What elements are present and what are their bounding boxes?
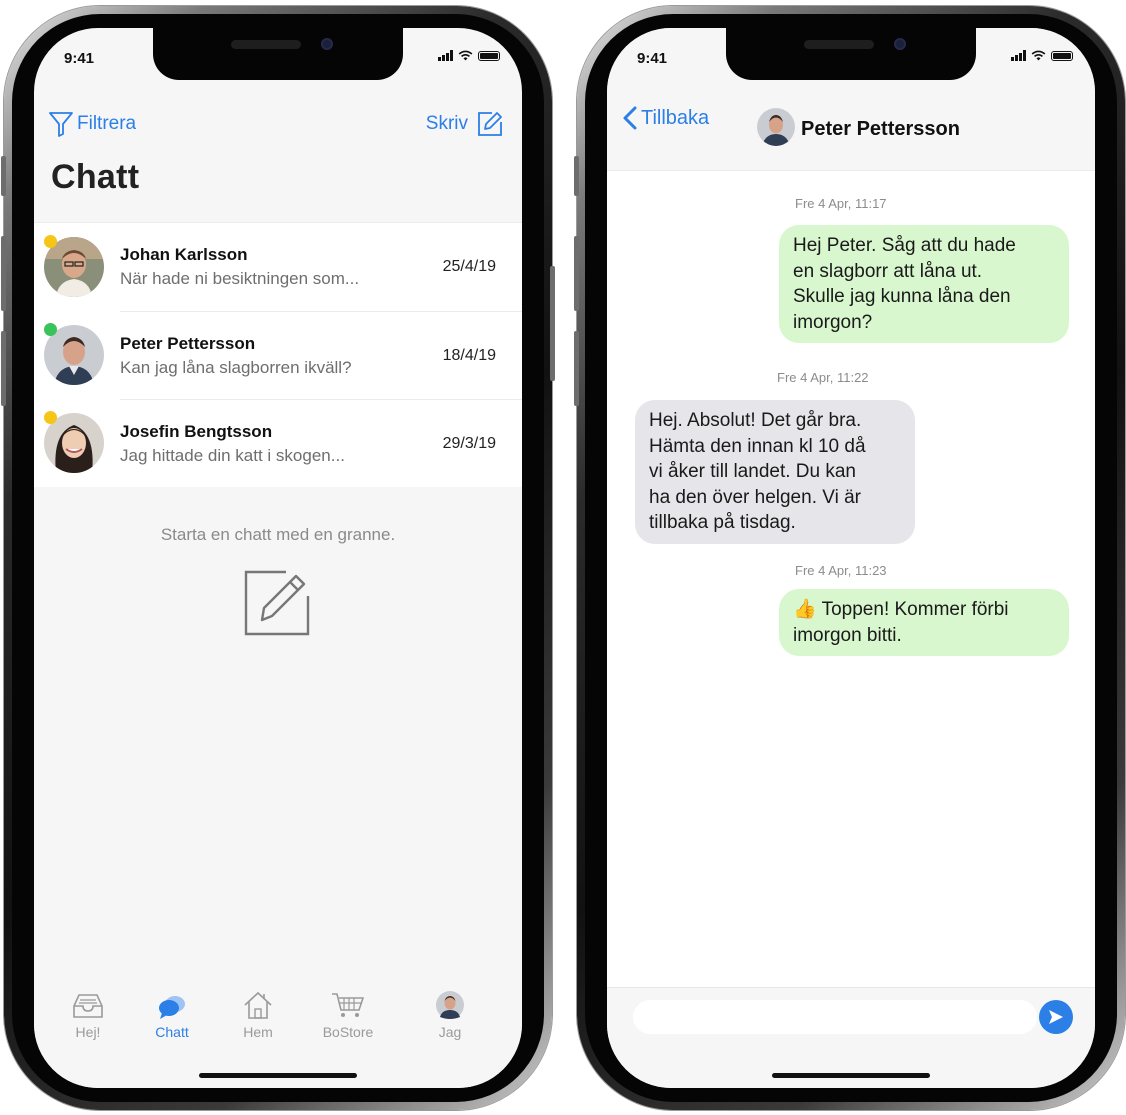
conversation-date: 29/3/19 bbox=[442, 435, 496, 452]
status-dot bbox=[44, 323, 57, 336]
filter-funnel-icon bbox=[49, 112, 73, 137]
tab-label: Hej! bbox=[75, 1024, 101, 1040]
tab-hem[interactable]: Hem bbox=[218, 990, 298, 1040]
message-line: en slagborr att låna ut. bbox=[793, 260, 983, 282]
phone-frame-chat-list: 9:41 Filtrera Skriv Chatt Johan Karlsson… bbox=[1, 6, 555, 1110]
compose-icon bbox=[478, 112, 502, 136]
battery-icon bbox=[1051, 50, 1073, 61]
message-preview: Kan jag låna slagborren ikväll? bbox=[120, 358, 352, 377]
contact-avatar[interactable] bbox=[757, 108, 795, 146]
message-line: Hej Peter. Såg att du hade bbox=[793, 235, 1016, 256]
send-button[interactable] bbox=[1039, 1000, 1073, 1034]
chat-list-screen: 9:41 Filtrera Skriv Chatt Johan Karlsson… bbox=[34, 28, 522, 1088]
conversation-row-josefin[interactable]: Josefin Bengtsson Jag hittade din katt i… bbox=[34, 399, 522, 487]
status-time: 9:41 bbox=[637, 50, 668, 67]
contact-name: Peter Pettersson bbox=[120, 334, 256, 353]
signal-icon bbox=[438, 50, 453, 61]
status-dot bbox=[44, 235, 57, 248]
tab-jag[interactable]: Jag bbox=[410, 990, 490, 1040]
power-button bbox=[550, 266, 555, 381]
message-timestamp: Fre 4 Apr, 11:22 bbox=[777, 370, 869, 385]
battery-icon bbox=[478, 50, 500, 61]
volume-down-button bbox=[574, 331, 579, 406]
message-line: ha den över helgen. Vi är bbox=[649, 486, 861, 508]
tab-hej[interactable]: Hej! bbox=[48, 990, 128, 1040]
conversation-header: Tillbaka Peter Pettersson bbox=[607, 78, 1095, 171]
contact-name: Peter Pettersson bbox=[801, 118, 960, 140]
contact-name: Johan Karlsson bbox=[120, 245, 248, 264]
wifi-icon bbox=[458, 50, 473, 61]
cart-icon bbox=[332, 993, 365, 1017]
message-line: vi åker till landet. Du kan bbox=[649, 461, 856, 482]
message-input[interactable] bbox=[633, 1000, 1037, 1034]
tab-chatt[interactable]: Chatt bbox=[132, 990, 212, 1040]
home-indicator bbox=[199, 1073, 357, 1078]
conversation-row-peter[interactable]: Peter Pettersson Kan jag låna slagborren… bbox=[34, 311, 522, 399]
tab-bostore[interactable]: BoStore bbox=[308, 990, 388, 1040]
conversation-date: 25/4/19 bbox=[442, 258, 496, 275]
message-line: imorgon? bbox=[793, 311, 873, 333]
send-arrow-icon bbox=[1049, 1010, 1063, 1024]
message-thread: Fre 4 Apr, 11:17 Hej Peter. Såg att du h… bbox=[607, 171, 1095, 988]
message-preview: Jag hittade din katt i skogen... bbox=[120, 446, 345, 465]
filter-label: Filtrera bbox=[77, 113, 137, 134]
thumbs-up-icon: 👍 bbox=[793, 599, 817, 620]
status-time: 9:41 bbox=[64, 50, 95, 67]
front-camera-icon bbox=[321, 38, 333, 50]
back-button[interactable]: Tillbaka bbox=[623, 106, 709, 130]
compose-button[interactable]: Skriv bbox=[426, 110, 504, 138]
tab-label: BoStore bbox=[322, 1024, 374, 1040]
home-icon bbox=[244, 991, 272, 1019]
message-line: Skulle jag kunna låna den bbox=[793, 286, 1011, 307]
page-title: Chatt bbox=[51, 158, 140, 196]
filter-button[interactable]: Filtrera bbox=[48, 110, 136, 138]
chat-list-nav-bar: Filtrera Skriv bbox=[34, 108, 522, 144]
outgoing-message-bubble: Hej Peter. Såg att du hade en slagborr a… bbox=[779, 225, 1069, 343]
empty-state-text: Starta en chatt med en granne. bbox=[160, 525, 396, 544]
new-chat-compose-icon[interactable] bbox=[242, 568, 312, 638]
volume-down-button bbox=[1, 331, 6, 406]
conversation-date: 18/4/19 bbox=[442, 347, 496, 364]
message-line: Hämta den innan kl 10 då bbox=[649, 435, 866, 457]
notch bbox=[726, 28, 976, 80]
tab-label: Jag bbox=[438, 1024, 462, 1040]
volume-up-button bbox=[1, 236, 6, 311]
volume-up-button bbox=[574, 236, 579, 311]
signal-icon bbox=[1011, 50, 1026, 61]
tab-bar: Hej! Chatt Hem BoStore Jag bbox=[34, 968, 522, 1088]
profile-avatar bbox=[436, 991, 464, 1019]
status-dot bbox=[44, 411, 57, 424]
chat-bubble-icon bbox=[159, 996, 185, 1019]
message-preview: När hade ni besiktningen som... bbox=[120, 269, 360, 288]
outgoing-message-bubble: 👍 Toppen! Kommer förbi imorgon bitti. bbox=[779, 589, 1069, 656]
contact-name: Josefin Bengtsson bbox=[120, 422, 273, 441]
message-timestamp: Fre 4 Apr, 11:23 bbox=[795, 563, 887, 578]
incoming-message-bubble: Hej. Absolut! Det går bra. Hämta den inn… bbox=[635, 400, 915, 544]
conversation-row-johan[interactable]: Johan Karlsson När hade ni besiktningen … bbox=[34, 223, 522, 311]
tab-label: Hem bbox=[243, 1024, 273, 1040]
chevron-left-icon bbox=[623, 106, 637, 130]
conversation-screen: 9:41 Tillbaka Peter Pettersson Fre 4 Apr… bbox=[607, 28, 1095, 1088]
message-timestamp: Fre 4 Apr, 11:17 bbox=[795, 196, 887, 211]
inbox-icon bbox=[73, 994, 103, 1018]
phone-frame-conversation: 9:41 Tillbaka Peter Pettersson Fre 4 Apr… bbox=[574, 6, 1125, 1110]
wifi-icon bbox=[1031, 50, 1046, 61]
compose-label: Skriv bbox=[425, 113, 468, 134]
back-label: Tillbaka bbox=[641, 106, 710, 129]
tab-label: Chatt bbox=[155, 1024, 189, 1040]
message-line: tillbaka på tisdag. bbox=[649, 512, 796, 533]
home-indicator bbox=[772, 1073, 930, 1078]
message-line: Hej. Absolut! Det går bra. bbox=[649, 410, 862, 431]
message-line: imorgon bitti. bbox=[793, 624, 902, 646]
notch bbox=[153, 28, 403, 80]
message-line: Toppen! Kommer förbi bbox=[821, 599, 1009, 620]
mute-switch bbox=[574, 156, 579, 196]
mute-switch bbox=[1, 156, 6, 196]
front-camera-icon bbox=[894, 38, 906, 50]
conversation-list: Johan Karlsson När hade ni besiktningen … bbox=[34, 222, 522, 487]
